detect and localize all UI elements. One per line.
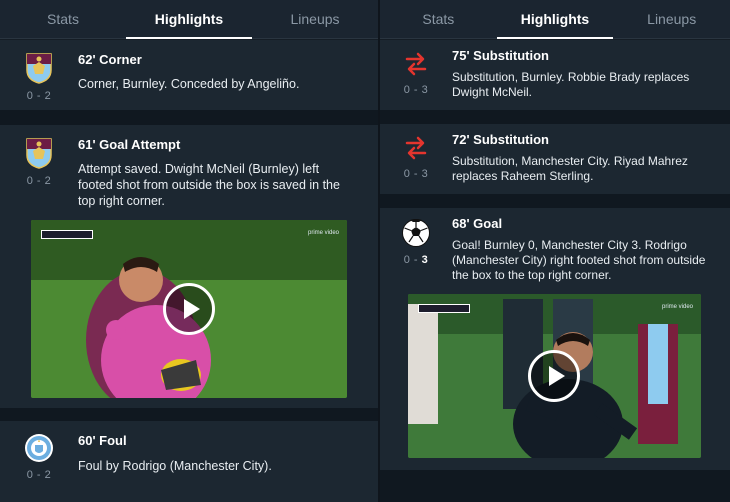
tab-bar: Stats Highlights Lineups	[380, 0, 730, 39]
event-card-foul[interactable]: 0 - 2 60' Foul Foul by Rodrigo (Manchest…	[0, 421, 378, 502]
event-score: 0 - 2	[26, 469, 52, 481]
event-icon-col: 0 - 2	[0, 52, 78, 102]
event-description: Goal! Burnley 0, Manchester City 3. Rodr…	[452, 238, 706, 282]
event-icon-col: 0 - 2	[0, 433, 78, 481]
prime-video-logo: prime video	[307, 230, 339, 236]
manchester-city-crest-icon	[25, 434, 53, 462]
tab-lineups[interactable]: Lineups	[252, 0, 378, 38]
event-icon-col: 0 - 3	[380, 134, 452, 180]
event-score: 0 - 3	[403, 254, 429, 266]
tab-stats[interactable]: Stats	[380, 0, 497, 38]
highlights-panel-left: Stats Highlights Lineups 0 - 2 62' Corne…	[0, 0, 378, 502]
burnley-crest-icon	[26, 138, 52, 169]
highlight-video-thumbnail[interactable]: prime video	[408, 294, 701, 458]
event-title: 68' Goal	[452, 216, 503, 231]
prime-video-logo: prime video	[661, 304, 693, 310]
event-icon-col: 0 - 3	[380, 50, 452, 96]
card-divider	[380, 470, 730, 502]
card-divider	[0, 110, 378, 125]
event-description: Foul by Rodrigo (Manchester City).	[78, 459, 272, 473]
tv-scorebug	[41, 230, 93, 239]
highlights-panel-right: Stats Highlights Lineups 0 - 3 75' Subst…	[380, 0, 730, 502]
event-icon-col: 0 - 2	[0, 137, 78, 187]
burnley-crest-icon	[26, 53, 52, 84]
event-card-substitution[interactable]: 0 - 3 72' Substitution Substitution, Man…	[380, 124, 730, 194]
highlight-video-thumbnail[interactable]: prime video	[31, 220, 347, 398]
event-title: 61' Goal Attempt	[78, 137, 181, 152]
substitution-arrows-icon	[405, 136, 427, 160]
event-description: Substitution, Burnley. Robbie Brady repl…	[452, 70, 690, 99]
play-button[interactable]	[163, 283, 215, 335]
card-divider	[380, 194, 730, 208]
event-title: 72' Substitution	[452, 132, 549, 147]
tab-stats[interactable]: Stats	[0, 0, 126, 38]
event-title: 62' Corner	[78, 52, 142, 67]
tab-lineups[interactable]: Lineups	[613, 0, 730, 38]
substitution-arrows-icon	[405, 52, 427, 76]
card-divider	[380, 110, 730, 124]
event-description: Substitution, Manchester City. Riyad Mah…	[452, 154, 688, 183]
card-divider	[0, 408, 378, 421]
event-card-corner[interactable]: 0 - 2 62' Corner Corner, Burnley. Conced…	[0, 40, 378, 110]
event-card-goal[interactable]: 0 - 3 68' Goal Goal! Burnley 0, Manchest…	[380, 208, 730, 470]
tab-bar: Stats Highlights Lineups	[0, 0, 378, 39]
event-description: Attempt saved. Dwight McNeil (Burnley) l…	[78, 162, 340, 208]
event-title: 75' Substitution	[452, 48, 549, 63]
tab-highlights[interactable]: Highlights	[496, 0, 614, 39]
event-score: 0 - 2	[26, 90, 52, 102]
event-score: 0 - 3	[403, 84, 429, 96]
event-score: 0 - 2	[26, 175, 52, 187]
tab-highlights[interactable]: Highlights	[126, 0, 252, 39]
play-button[interactable]	[528, 350, 580, 402]
event-description: Corner, Burnley. Conceded by Angeliño.	[78, 77, 300, 91]
event-card-substitution[interactable]: 0 - 3 75' Substitution Substitution, Bur…	[380, 40, 730, 110]
event-card-goal-attempt[interactable]: 0 - 2 61' Goal Attempt Attempt saved. Dw…	[0, 125, 378, 408]
event-title: 60' Foul	[78, 433, 127, 448]
event-icon-col: 0 - 3	[380, 218, 452, 266]
football-icon	[402, 219, 430, 247]
event-score: 0 - 3	[403, 168, 429, 180]
event-score-away: 3	[421, 254, 429, 266]
tv-scorebug	[418, 304, 470, 313]
